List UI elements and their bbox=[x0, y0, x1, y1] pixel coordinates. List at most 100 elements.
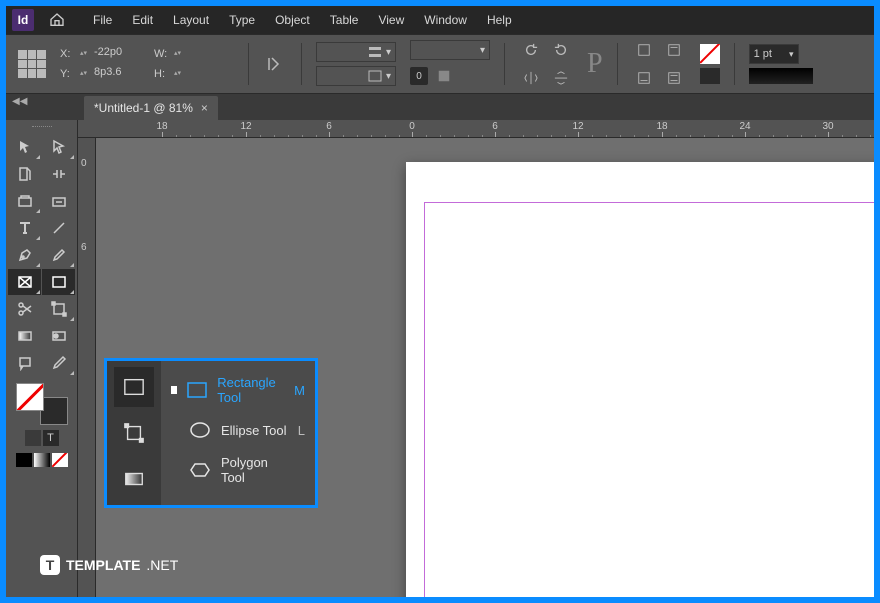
stroke-swatch[interactable] bbox=[700, 68, 720, 84]
line-tool[interactable] bbox=[42, 215, 75, 241]
selection-tool[interactable] bbox=[8, 134, 41, 160]
flyout-preview-transform[interactable] bbox=[114, 413, 154, 453]
horizontal-ruler[interactable]: 18126061218243036 bbox=[78, 120, 874, 138]
corner-count[interactable]: 0 bbox=[410, 67, 428, 85]
fill-swatch[interactable] bbox=[700, 44, 720, 64]
corner-dropdown[interactable] bbox=[410, 40, 490, 60]
w-label: W: bbox=[154, 48, 170, 60]
wrap-icon-3[interactable] bbox=[632, 66, 656, 90]
apply-gradient-icon[interactable] bbox=[34, 453, 50, 467]
pen-tool[interactable] bbox=[8, 242, 41, 268]
content-placer-tool[interactable] bbox=[42, 188, 75, 214]
gradient-swatch-tool[interactable] bbox=[8, 323, 41, 349]
rectangle-frame-tool[interactable] bbox=[8, 269, 41, 295]
tab-close-icon[interactable]: × bbox=[201, 101, 208, 115]
wrap-icon-2[interactable] bbox=[662, 38, 686, 62]
menu-layout[interactable]: Layout bbox=[164, 9, 218, 31]
menu-table[interactable]: Table bbox=[321, 9, 368, 31]
ruler-h-mark: 6 bbox=[326, 121, 332, 132]
gradient-feather-tool[interactable] bbox=[42, 323, 75, 349]
ruler-h-mark: 30 bbox=[822, 121, 833, 132]
content-collector-tool[interactable] bbox=[8, 188, 41, 214]
workspace: T 18126061218243036 0 6 bbox=[6, 120, 874, 597]
ruler-h-mark: 12 bbox=[240, 121, 251, 132]
position-group: X: ▴▾ -22p0 Y: ▴▾ 8p3.6 bbox=[60, 46, 140, 82]
reference-point-grid[interactable] bbox=[18, 50, 46, 78]
toolbox-grip[interactable] bbox=[8, 124, 75, 133]
flyout-item-ellipse[interactable]: Ellipse Tool L bbox=[161, 413, 315, 447]
effects-icon[interactable] bbox=[432, 64, 456, 88]
rectangle-tool[interactable] bbox=[42, 269, 75, 295]
menu-object[interactable]: Object bbox=[266, 9, 319, 31]
paragraph-style-icon[interactable]: P bbox=[587, 48, 603, 80]
constrain-icon[interactable] bbox=[263, 52, 287, 76]
type-tool[interactable] bbox=[8, 215, 41, 241]
flyout-preview-column bbox=[107, 361, 161, 505]
flip-h-icon[interactable] bbox=[519, 66, 543, 90]
flip-v-icon[interactable] bbox=[549, 66, 573, 90]
stroke-style-dropdown[interactable] bbox=[749, 68, 813, 84]
menu-type[interactable]: Type bbox=[220, 9, 264, 31]
flyout-item-rectangle[interactable]: Rectangle Tool M bbox=[161, 367, 315, 413]
fill-stroke-swatch[interactable] bbox=[12, 383, 72, 427]
menu-file[interactable]: File bbox=[84, 9, 121, 31]
home-button[interactable] bbox=[44, 9, 70, 31]
menubar: Id File Edit Layout Type Object Table Vi… bbox=[6, 6, 874, 34]
h-stepper[interactable]: ▴▾ bbox=[174, 67, 184, 81]
direct-selection-tool[interactable] bbox=[42, 134, 75, 160]
w-stepper[interactable]: ▴▾ bbox=[174, 47, 184, 61]
vertical-ruler[interactable]: 0 6 bbox=[78, 138, 96, 597]
page-tool[interactable] bbox=[8, 161, 41, 187]
x-stepper[interactable]: ▴▾ bbox=[80, 47, 90, 61]
active-marker-icon bbox=[171, 386, 177, 394]
scissors-tool[interactable] bbox=[8, 296, 41, 322]
align-dropdown-1[interactable] bbox=[316, 42, 396, 62]
menu-view[interactable]: View bbox=[369, 9, 413, 31]
ruler-v-mark: 6 bbox=[81, 242, 87, 253]
flyout-item-polygon[interactable]: Polygon Tool bbox=[161, 447, 315, 493]
apply-color-icon[interactable] bbox=[16, 453, 32, 467]
transform-tool[interactable] bbox=[42, 296, 75, 322]
app-frame: Id File Edit Layout Type Object Table Vi… bbox=[6, 6, 874, 597]
eyedropper-tool[interactable] bbox=[42, 350, 75, 376]
flyout-label: Polygon Tool bbox=[221, 455, 295, 485]
document-tab[interactable]: *Untitled-1 @ 81% × bbox=[84, 96, 218, 120]
size-group: W: ▴▾ H: ▴▾ bbox=[154, 46, 234, 82]
shortcut-label: M bbox=[294, 383, 305, 398]
menu-edit[interactable]: Edit bbox=[123, 9, 162, 31]
align-dropdown-2[interactable] bbox=[316, 66, 396, 86]
pencil-tool[interactable] bbox=[42, 242, 75, 268]
y-stepper[interactable]: ▴▾ bbox=[80, 67, 90, 81]
toolbox: T bbox=[6, 120, 78, 597]
separator bbox=[617, 43, 618, 85]
document-page[interactable] bbox=[406, 162, 874, 597]
panel-collapse-icon[interactable]: ◀◀ bbox=[12, 96, 27, 107]
ruler-h-mark: 12 bbox=[572, 121, 583, 132]
flyout-list: Rectangle Tool M Ellipse Tool L Polygon … bbox=[161, 361, 315, 505]
x-input[interactable]: -22p0 bbox=[94, 46, 140, 62]
flyout-label: Ellipse Tool bbox=[221, 423, 287, 438]
wrap-icon-4[interactable] bbox=[662, 66, 686, 90]
rotate-cw-icon[interactable] bbox=[549, 38, 573, 62]
ellipse-icon bbox=[189, 421, 211, 439]
menu-window[interactable]: Window bbox=[415, 9, 476, 31]
apply-none-icon[interactable] bbox=[52, 453, 68, 467]
watermark-text-bold: TEMPLATE bbox=[66, 557, 140, 573]
gap-tool[interactable] bbox=[42, 161, 75, 187]
stroke-weight-input[interactable]: 1 pt bbox=[749, 44, 799, 64]
rotate-ccw-icon[interactable] bbox=[519, 38, 543, 62]
w-input[interactable] bbox=[188, 46, 234, 62]
ruler-h-mark: 18 bbox=[156, 121, 167, 132]
y-input[interactable]: 8p3.6 bbox=[94, 66, 140, 82]
app-logo[interactable]: Id bbox=[12, 9, 34, 31]
format-container-icon[interactable] bbox=[25, 430, 41, 446]
h-input[interactable] bbox=[188, 66, 234, 82]
flyout-preview-rect[interactable] bbox=[114, 367, 154, 407]
menu-help[interactable]: Help bbox=[478, 9, 521, 31]
note-tool[interactable] bbox=[8, 350, 41, 376]
flyout-preview-gradient[interactable] bbox=[114, 459, 154, 499]
wrap-icon-1[interactable] bbox=[632, 38, 656, 62]
format-text-icon[interactable]: T bbox=[43, 430, 59, 446]
y-label: Y: bbox=[60, 68, 76, 80]
separator bbox=[248, 43, 249, 85]
